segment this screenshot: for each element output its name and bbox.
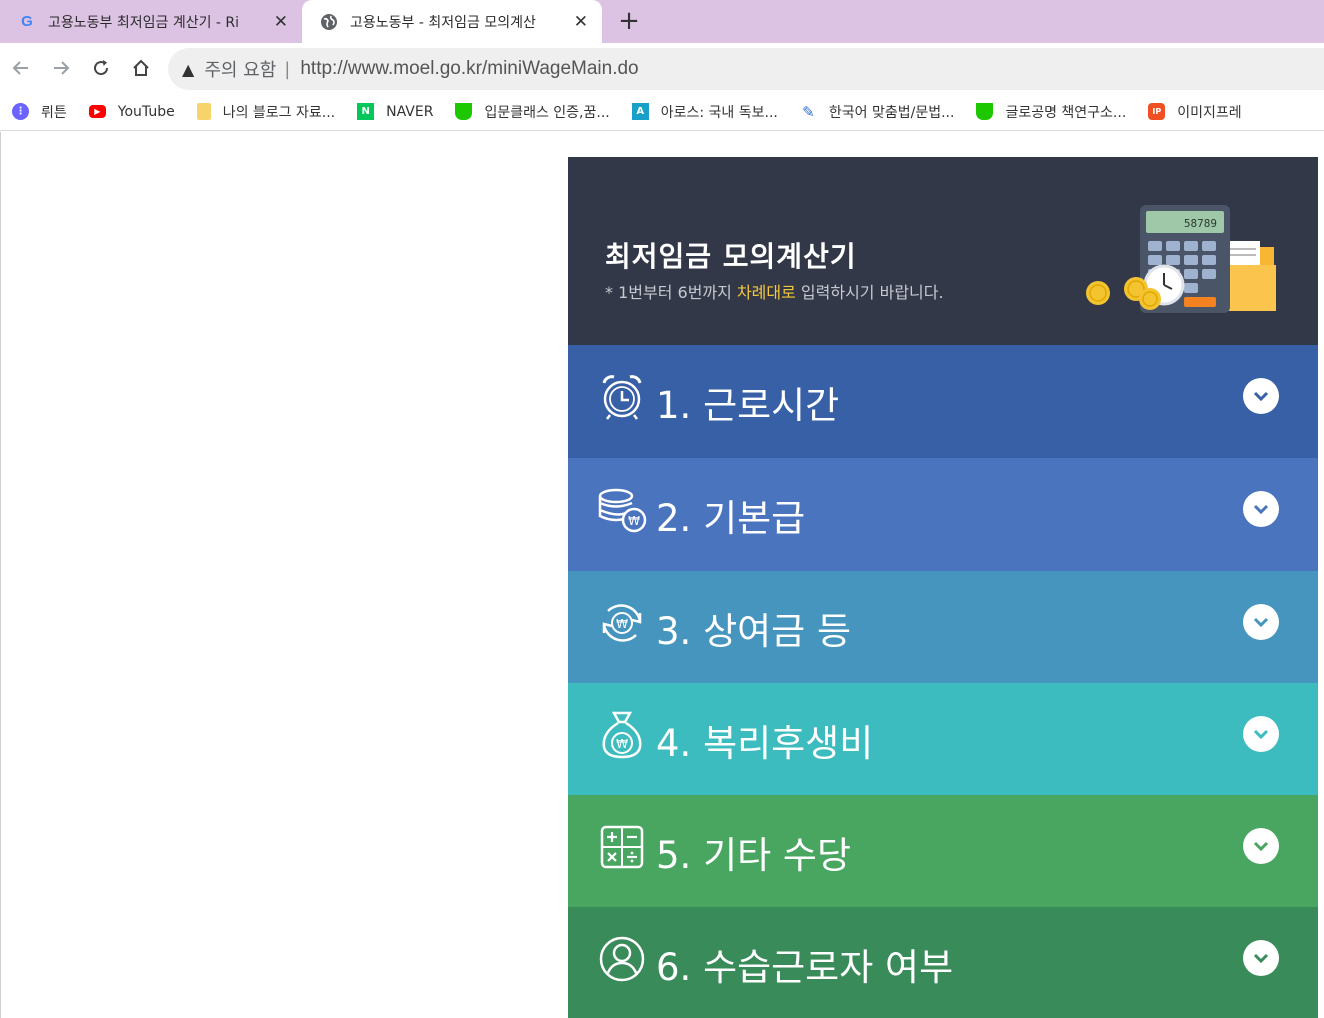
page-subtitle: * 1번부터 6번까지 차례대로 입력하시기 바랍니다.: [605, 283, 944, 302]
bookmark-label: 뤼튼: [41, 104, 67, 121]
tab-moel-calculator[interactable]: 고용노동부 - 최저임금 모의계산 ✕: [302, 0, 602, 43]
section-welfare[interactable]: ₩ 4. 복리후생비: [568, 683, 1318, 796]
cafe-icon: [455, 103, 473, 120]
section-label: 2. 기본급: [656, 497, 806, 540]
youtube-icon: ▶: [88, 105, 106, 118]
svg-text:₩: ₩: [616, 617, 628, 631]
calculator-header: 최저임금 모의계산기 * 1번부터 6번까지 차례대로 입력하시기 바랍니다. …: [568, 157, 1318, 345]
security-status[interactable]: 주의 요함: [204, 56, 276, 82]
close-icon[interactable]: ✕: [274, 12, 288, 32]
chevron-down-icon[interactable]: [1243, 716, 1279, 752]
reload-button[interactable]: [88, 55, 114, 81]
url-text[interactable]: http://www.moel.go.kr/miniWageMain.do: [300, 58, 638, 80]
bookmark-label: 입문클래스 인증,꿈...: [484, 104, 610, 121]
browser-toolbar: ▲ 주의 요함 | http://www.moel.go.kr/miniWage…: [0, 43, 1324, 93]
folder-icon: [196, 103, 211, 120]
home-button[interactable]: [128, 55, 154, 81]
tab-title: 고용노동부 최저임금 계산기 - Ri: [48, 14, 240, 31]
tab-strip: G 고용노동부 최저임금 계산기 - Ri ✕ 고용노동부 - 최저임금 모의계…: [0, 0, 1324, 43]
section-base-salary[interactable]: ₩ 2. 기본급: [568, 458, 1318, 571]
arrow-right-icon: [54, 61, 70, 75]
arrow-left-icon: [12, 61, 28, 75]
section-label: 4. 복리후생비: [656, 722, 874, 765]
bookmark-label: 한국어 맞춤법/문법...: [828, 104, 955, 121]
chevron-down-icon[interactable]: [1243, 604, 1279, 640]
cafe-icon: [976, 103, 994, 120]
ip-icon: IP: [1148, 103, 1166, 120]
page-border: [0, 132, 1, 1018]
bookmark-aros[interactable]: A 아로스: 국내 독보...: [631, 102, 778, 122]
bookmark-label: 나의 블로그 자료...: [222, 104, 336, 121]
bookmark-wrtn[interactable]: ⋮ 뤼튼: [12, 102, 67, 122]
bookmark-label: YouTube: [117, 103, 175, 120]
google-icon: G: [21, 12, 33, 30]
svg-text:₩: ₩: [628, 514, 640, 528]
person-icon: [599, 936, 645, 982]
reload-icon: [94, 60, 109, 76]
naver-icon: N: [357, 103, 375, 120]
close-icon[interactable]: ✕: [574, 12, 588, 32]
section-label: 5. 기타 수당: [656, 834, 851, 877]
calculator-display-value: 58789: [1184, 217, 1217, 230]
bookmark-label: 글로공명 책연구소...: [1005, 104, 1127, 121]
bookmark-class[interactable]: 입문클래스 인증,꿈...: [455, 102, 610, 122]
calculator-illustration: 58789: [1086, 205, 1276, 313]
globe-icon: [320, 13, 338, 31]
subtitle-highlight: 차례대로: [736, 283, 796, 302]
money-bag-icon: ₩: [602, 711, 642, 759]
bookmark-youtube[interactable]: ▶ YouTube: [88, 103, 175, 120]
address-bar[interactable]: ▲ 주의 요함 | http://www.moel.go.kr/miniWage…: [168, 48, 1324, 90]
bookmark-naver[interactable]: N NAVER: [357, 103, 433, 120]
tab-title: 고용노동부 - 최저임금 모의계산: [350, 14, 536, 31]
section-work-hours[interactable]: 1. 근로시간: [568, 345, 1318, 458]
page-title: 최저임금 모의계산기: [605, 240, 857, 273]
bookmark-label: 아로스: 국내 독보...: [660, 104, 778, 121]
section-bonus[interactable]: ₩ 3. 상여금 등: [568, 571, 1318, 684]
warning-icon[interactable]: ▲: [182, 60, 194, 79]
section-label: 6. 수습근로자 여부: [656, 946, 954, 989]
chevron-down-icon[interactable]: [1243, 378, 1279, 414]
bookmark-label: NAVER: [386, 103, 434, 120]
bookmarks-bar: ⋮ 뤼튼 ▶ YouTube 나의 블로그 자료... N NAVER 입문클래…: [0, 93, 1324, 131]
tab-minimum-wage-search[interactable]: G 고용노동부 최저임금 계산기 - Ri ✕: [0, 0, 302, 43]
bookmark-blog-folder[interactable]: 나의 블로그 자료...: [196, 102, 336, 122]
bookmark-book-lab[interactable]: 글로공명 책연구소...: [976, 102, 1126, 122]
new-tab-button[interactable]: +: [614, 6, 644, 36]
minimum-wage-calculator: 최저임금 모의계산기 * 1번부터 6번까지 차례대로 입력하시기 바랍니다. …: [568, 157, 1318, 1018]
home-icon: [133, 59, 149, 76]
back-button[interactable]: [8, 55, 34, 81]
calculator-icon: [600, 825, 644, 869]
forward-button[interactable]: [48, 55, 74, 81]
svg-text:₩: ₩: [616, 737, 628, 751]
bookmark-label: 이미지프레: [1177, 104, 1242, 121]
section-label: 3. 상여금 등: [656, 610, 851, 653]
chevron-down-icon[interactable]: [1243, 940, 1279, 976]
bookmark-spellcheck[interactable]: ✎ 한국어 맞춤법/문법...: [800, 102, 955, 122]
alarm-clock-icon: [602, 375, 642, 420]
address-separator: |: [284, 58, 291, 80]
bookmark-image-pre[interactable]: IP 이미지프레: [1148, 102, 1242, 122]
spellcheck-icon: ✎: [802, 102, 815, 121]
won-cycle-icon: ₩: [602, 604, 642, 642]
section-probation-worker[interactable]: 6. 수습근로자 여부: [568, 907, 1318, 1018]
section-label: 1. 근로시간: [656, 384, 840, 427]
chevron-down-icon[interactable]: [1243, 828, 1279, 864]
section-other-allowances[interactable]: 5. 기타 수당: [568, 795, 1318, 908]
coins-icon: ₩: [598, 488, 647, 533]
wrtn-icon: ⋮: [12, 103, 29, 120]
chevron-down-icon[interactable]: [1243, 491, 1279, 527]
aros-icon: A: [631, 103, 649, 120]
